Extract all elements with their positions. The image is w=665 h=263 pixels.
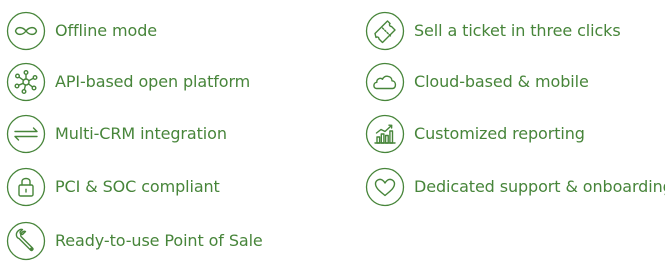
feature-api-platform: API-based open platform xyxy=(6,60,250,104)
ticket-icon xyxy=(365,11,405,51)
feature-list: Offline mode API-based open platform Mul… xyxy=(0,0,665,261)
bidirectional-arrows-icon xyxy=(6,114,46,154)
feature-point-of-sale: Ready-to-use Point of Sale xyxy=(6,219,263,263)
feature-label: Dedicated support & onboarding xyxy=(414,177,665,196)
feature-cloud-mobile: Cloud-based & mobile xyxy=(365,60,589,104)
feature-support-onboarding: Dedicated support & onboarding xyxy=(365,165,665,209)
heart-icon xyxy=(365,167,405,207)
feature-label: Ready-to-use Point of Sale xyxy=(55,231,263,250)
feature-label: Cloud-based & mobile xyxy=(414,72,589,91)
wrench-icon xyxy=(6,221,46,261)
feature-label: Multi-CRM integration xyxy=(55,124,227,143)
feature-label: PCI & SOC compliant xyxy=(55,177,220,196)
feature-custom-reporting: Customized reporting xyxy=(365,112,585,156)
feature-offline-mode: Offline mode xyxy=(6,9,157,53)
infinity-icon xyxy=(6,11,46,51)
feature-label: Customized reporting xyxy=(414,124,585,143)
feature-pci-soc: PCI & SOC compliant xyxy=(6,165,220,209)
feature-label: Offline mode xyxy=(55,21,157,40)
bar-chart-trend-icon xyxy=(365,114,405,154)
cloud-icon xyxy=(365,62,405,102)
feature-label: API-based open platform xyxy=(55,72,251,91)
padlock-icon xyxy=(6,167,46,207)
feature-multi-crm: Multi-CRM integration xyxy=(6,112,227,156)
feature-sell-ticket: Sell a ticket in three clicks xyxy=(365,9,621,53)
network-nodes-icon xyxy=(6,62,46,102)
feature-label: Sell a ticket in three clicks xyxy=(414,21,621,40)
